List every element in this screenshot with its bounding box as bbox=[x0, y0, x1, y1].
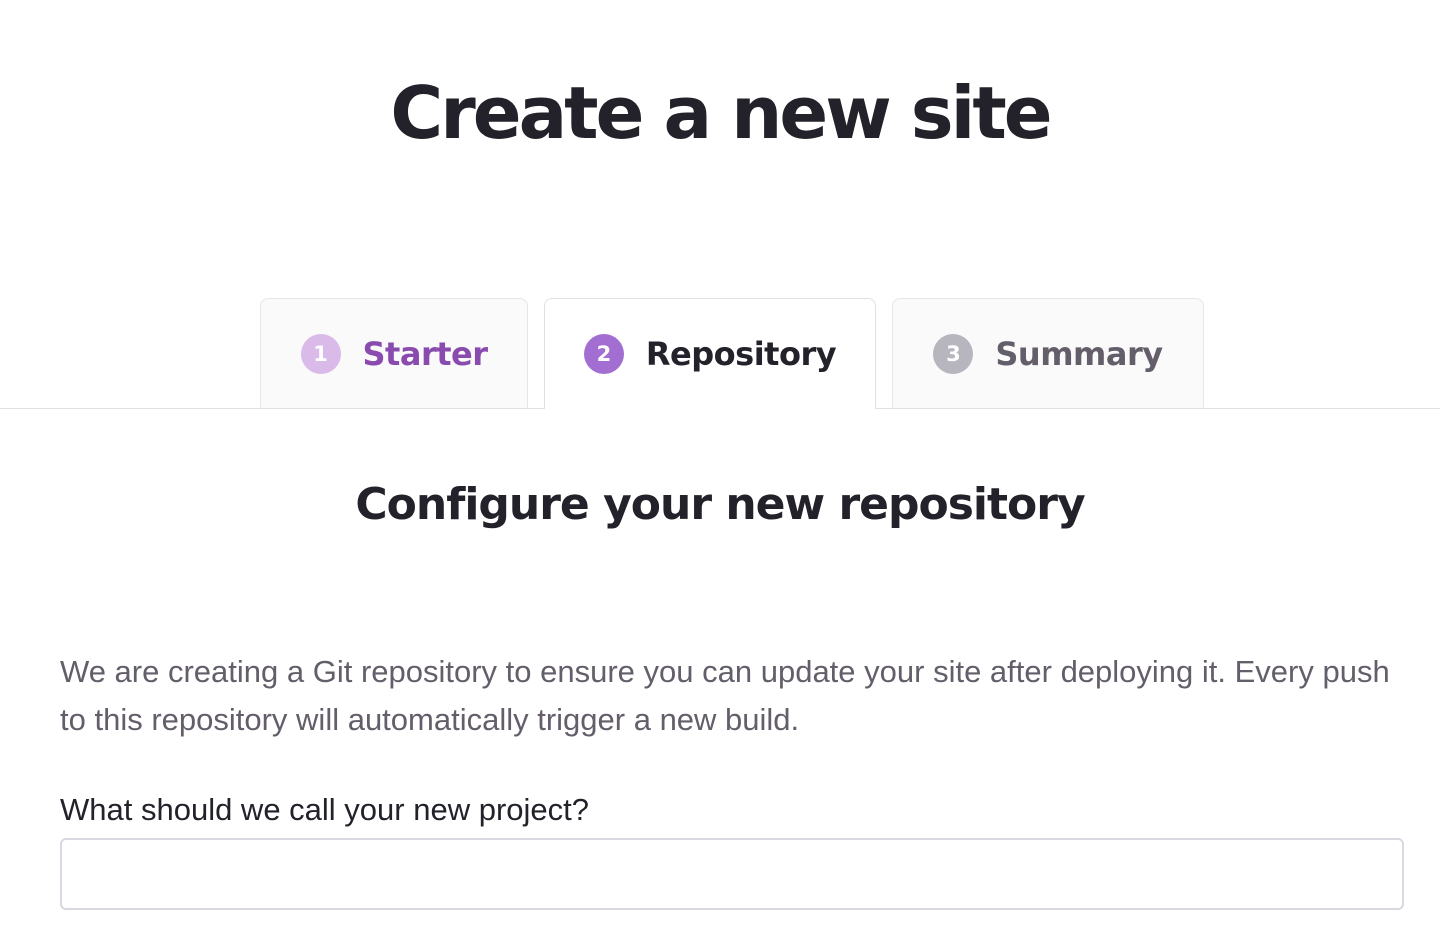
tab-label: Summary bbox=[995, 334, 1163, 373]
tab-summary[interactable]: 3 Summary bbox=[892, 298, 1204, 408]
step-number-badge: 3 bbox=[933, 333, 974, 374]
project-name-input[interactable] bbox=[60, 838, 1404, 910]
page-title: Create a new site bbox=[390, 71, 1052, 155]
tab-label: Starter bbox=[362, 334, 489, 373]
project-name-label: What should we call your new project? bbox=[60, 792, 589, 827]
step-number-badge: 2 bbox=[583, 334, 624, 374]
tab-repository[interactable]: 2 Repository bbox=[544, 298, 876, 409]
tab-label: Repository bbox=[645, 335, 837, 373]
tab-starter[interactable]: 1 Starter bbox=[260, 298, 528, 408]
create-site-page: Create a new site 1 Starter 2 Repository… bbox=[0, 0, 1440, 944]
step-tabs: 1 Starter 2 Repository 3 Summary bbox=[0, 298, 1440, 410]
section-title: Configure your new repository bbox=[355, 479, 1085, 530]
section-description: We are creating a Git repository to ensu… bbox=[60, 654, 1390, 737]
step-number-badge: 1 bbox=[300, 333, 341, 374]
